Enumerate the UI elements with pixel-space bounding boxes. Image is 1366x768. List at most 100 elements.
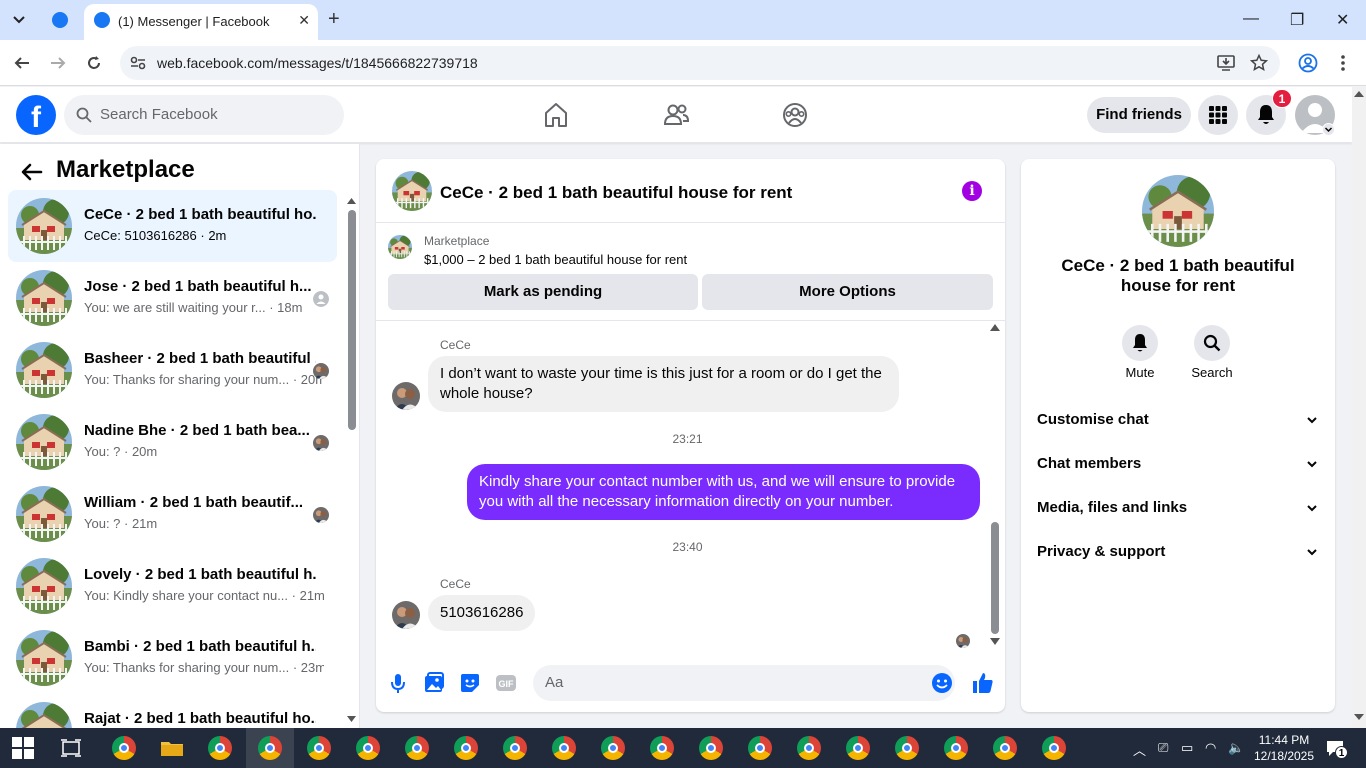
friends-icon[interactable] [662,101,690,129]
details-section-privacy-support[interactable]: Privacy & support [1029,531,1327,575]
conversation-item[interactable]: Rajat · 2 bed 1 bath beautiful ho... [8,694,337,728]
listing-thumbnail [16,342,72,398]
chrome-icon[interactable] [503,736,527,760]
chrome-icon[interactable] [208,736,232,760]
gif-icon[interactable]: GIF [494,671,518,695]
chrome-icon[interactable] [454,736,478,760]
mark-as-pending-button[interactable]: Mark as pending [388,274,698,310]
facebook-search-input[interactable]: Search Facebook [64,95,344,135]
menu-button[interactable] [1198,95,1238,135]
close-tab-icon[interactable]: ✕ [298,12,310,29]
chrome-icon[interactable] [405,736,429,760]
back-arrow-icon[interactable] [12,53,32,73]
conversation-item[interactable]: Jose · 2 bed 1 bath beautiful h... You: w… [8,262,337,334]
mute-button[interactable] [1122,325,1158,361]
tray-overflow-icon[interactable]: ︿ [1133,740,1146,759]
listing-title[interactable]: $1,000 – 2 bed 1 bath beautiful house fo… [424,252,687,267]
close-window-button[interactable]: ✕ [1336,10,1349,30]
find-friends-button[interactable]: Find friends [1087,97,1191,133]
browser-tab-messenger[interactable]: (1) Messenger | Facebook ✕ [84,4,318,40]
sidebar-scroll-thumb[interactable] [348,210,356,430]
listing-thumbnail[interactable] [388,235,412,259]
microphone-icon[interactable] [386,671,410,695]
chrome-icon[interactable] [1042,736,1066,760]
conversation-item[interactable]: CeCe · 2 bed 1 bath beautiful ho... CeCe:… [8,190,337,262]
more-options-button[interactable]: More Options [702,274,993,310]
details-thumbnail[interactable] [1142,175,1214,247]
details-section-customise-chat[interactable]: Customise chat [1029,399,1327,443]
svg-text:GIF: GIF [499,679,515,689]
home-icon[interactable] [542,101,570,129]
chrome-icon[interactable] [307,736,331,760]
chrome-icon[interactable] [993,736,1017,760]
battery-icon[interactable]: ▭ [1181,740,1193,756]
account-chevron-icon[interactable] [1322,123,1335,136]
bookmark-star-icon[interactable] [1250,54,1268,72]
taskbar-clock[interactable]: 11:44 PM 12/18/2025 [1252,732,1316,764]
photo-icon[interactable] [422,671,446,695]
conversation-item[interactable]: William · 2 bed 1 bath beautif... You: ? … [8,478,337,550]
profile-icon[interactable] [1298,53,1318,73]
chrome-icon[interactable] [258,736,282,760]
info-icon[interactable]: i [962,181,982,201]
chat-title[interactable]: CeCe · 2 bed 1 bath beautiful house for … [440,183,792,203]
chat-scroll-thumb[interactable] [991,522,999,634]
details-section-media-files-and-links[interactable]: Media, files and links [1029,487,1327,531]
search-in-chat-button[interactable] [1194,325,1230,361]
marketplace-listing-strip: Marketplace $1,000 – 2 bed 1 bath beauti… [376,223,1005,321]
browser-menu-icon[interactable] [1340,54,1346,72]
address-bar[interactable]: web.facebook.com/messages/t/184566682273… [120,46,1280,80]
task-view-icon[interactable] [61,738,81,758]
chrome-icon[interactable] [895,736,919,760]
site-info-icon[interactable] [130,56,146,70]
chevron-down-icon [1307,549,1317,556]
reload-icon[interactable] [84,53,104,73]
message-input-placeholder: Aa [545,674,564,691]
conversation-preview: You: Thanks for sharing your num... · 20… [84,372,324,387]
chevron-down-icon [1307,461,1317,468]
sticker-icon[interactable] [458,671,482,695]
file-explorer-icon[interactable] [160,736,184,760]
volume-icon[interactable]: 🔈 [1228,740,1244,756]
minimize-button[interactable]: — [1243,10,1259,28]
restore-button[interactable]: ❐ [1290,10,1304,30]
facebook-pinned-tab-icon[interactable] [52,12,68,28]
wifi-icon[interactable]: ◠ [1205,740,1216,756]
chrome-icon[interactable] [601,736,625,760]
sender-avatar[interactable] [392,601,420,629]
meet-icon[interactable]: ⎚ [1158,740,1168,756]
chrome-icon[interactable] [797,736,821,760]
chrome-icon[interactable] [650,736,674,760]
forward-arrow-icon[interactable] [48,53,68,73]
chrome-icon[interactable] [112,736,136,760]
chat-thumbnail[interactable] [392,171,432,211]
page-scrollbar[interactable] [1352,87,1366,728]
action-center-icon[interactable]: 1 [1325,738,1348,759]
chrome-icon[interactable] [552,736,576,760]
listing-thumbnail [16,486,72,542]
facebook-logo-icon[interactable]: f [16,95,56,135]
chrome-icon[interactable] [944,736,968,760]
chat-scrollbar[interactable] [989,322,1001,652]
details-section-chat-members[interactable]: Chat members [1029,443,1327,487]
bell-icon [1133,334,1147,352]
install-app-icon[interactable] [1217,55,1235,71]
sidebar-scrollbar[interactable] [346,194,356,728]
groups-icon[interactable] [781,101,809,129]
new-tab-button[interactable]: + [328,9,340,29]
tab-search-button[interactable] [6,8,32,32]
chrome-icon[interactable] [846,736,870,760]
chrome-icon[interactable] [748,736,772,760]
sender-avatar[interactable] [392,382,420,410]
emoji-icon[interactable] [931,672,953,694]
chrome-icon[interactable] [699,736,723,760]
conversation-item[interactable]: Lovely · 2 bed 1 bath beautiful h... You:… [8,550,337,622]
message-input[interactable]: Aa [533,665,955,701]
like-icon[interactable] [971,671,995,695]
windows-start-icon[interactable] [12,737,34,759]
conversation-item[interactable]: Bambi · 2 bed 1 bath beautiful h... You: … [8,622,337,694]
conversation-item[interactable]: Nadine Bhe · 2 bed 1 bath bea... You: ? ·… [8,406,337,478]
chrome-icon[interactable] [356,736,380,760]
back-arrow-icon[interactable] [20,160,44,184]
conversation-item[interactable]: Basheer · 2 bed 1 bath beautiful ... You:… [8,334,337,406]
